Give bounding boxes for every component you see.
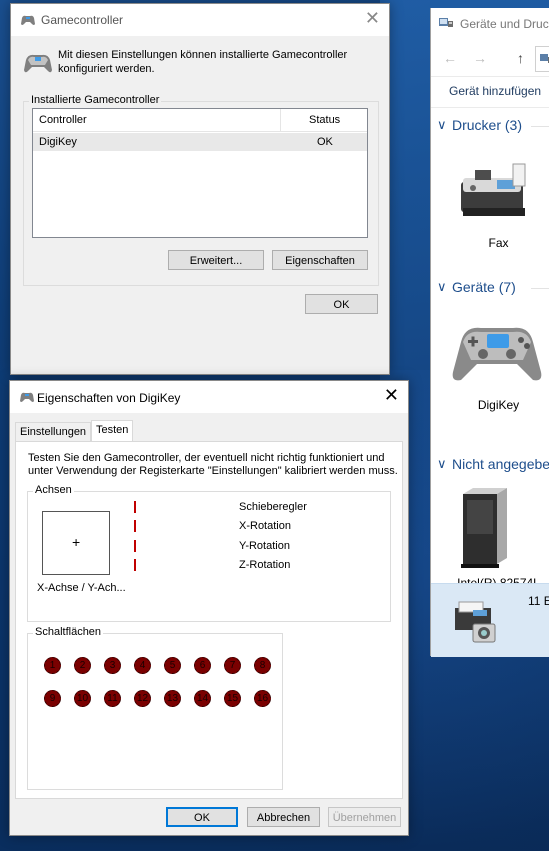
tab-test[interactable]: Testen	[91, 420, 134, 442]
gamepad-icon	[452, 327, 542, 381]
properties-button[interactable]: Eigenschaften	[272, 250, 368, 270]
window-title: Eigenschaften von DigiKey	[37, 391, 181, 405]
slider-axis-bar	[134, 501, 136, 513]
cancel-button[interactable]: Abbrechen	[247, 807, 320, 827]
gamecontroller-body: Mit diesen Einstellungen können installi…	[11, 36, 389, 374]
properties-titlebar: Eigenschaften von DigiKey ✕	[10, 381, 408, 413]
controller-status: OK	[317, 136, 333, 148]
device-intel-nic[interactable]: Intel(R) 82574L	[431, 486, 549, 590]
divider	[531, 288, 549, 289]
fax-icon	[461, 163, 526, 216]
explorer-navbar: ← → ↑	[431, 44, 549, 74]
group-label: Nicht angegeben	[452, 456, 549, 472]
gamepad-small-icon	[20, 392, 34, 402]
gamecontroller-dialog: Gamecontroller ✕ Mit diesen Einstellunge…	[10, 3, 390, 375]
forward-icon[interactable]: →	[473, 50, 487, 66]
x-rotation-bar	[134, 520, 136, 532]
tab-settings[interactable]: Einstellungen	[15, 422, 92, 442]
axis-label-slider: Schieberegler	[239, 501, 307, 513]
details-pane: 11 E	[431, 583, 549, 657]
device-digikey[interactable]: DigiKey	[431, 318, 549, 418]
address-bar[interactable]	[535, 46, 549, 72]
chevron-down-icon: ∨	[437, 456, 447, 471]
device-label: DigiKey	[477, 398, 520, 412]
divider	[531, 126, 549, 127]
digikey-properties-dialog: Eigenschaften von DigiKey ✕ Einstellunge…	[9, 380, 409, 836]
axes-group: Achsen + X-Achse / Y-Ach... Schieberegle…	[27, 484, 391, 622]
test-button-1: 1	[44, 657, 61, 674]
devices-printers-icon	[439, 18, 453, 27]
test-button-7: 7	[224, 657, 241, 674]
advanced-button[interactable]: Erweitert...	[168, 250, 264, 270]
ok-button[interactable]: OK	[166, 807, 238, 827]
test-button-5: 5	[164, 657, 181, 674]
test-button-12: 12	[134, 690, 151, 707]
device-label: Fax	[488, 236, 509, 250]
test-button-13: 13	[164, 690, 181, 707]
printer-camera-icon	[455, 601, 496, 643]
column-header-controller[interactable]: Controller	[39, 114, 87, 126]
button-grid: 1 2 3 4 5 6 7 8 9 10 11 12 13 14 15 16	[28, 634, 282, 734]
close-icon[interactable]: ✕	[384, 386, 399, 404]
item-count: 11 E	[528, 594, 549, 608]
ok-button[interactable]: OK	[305, 294, 378, 314]
test-button-10: 10	[74, 690, 91, 707]
test-button-6: 6	[194, 657, 211, 674]
xy-axis-label: X-Achse / Y-Ach...	[37, 582, 126, 594]
chevron-down-icon: ∨	[437, 279, 447, 294]
group-label: Achsen	[33, 484, 74, 496]
chevron-down-icon: ∨	[437, 117, 447, 132]
gamepad-icon	[24, 54, 52, 73]
explorer-commandbar: Gerät hinzufügen	[431, 76, 549, 108]
group-header-devices[interactable]: ∨ Geräte (7)	[431, 276, 549, 302]
close-icon[interactable]: ✕	[365, 9, 380, 27]
group-label: Installierte Gamecontroller	[29, 94, 162, 106]
test-button-8: 8	[254, 657, 271, 674]
explorer-titlebar: Geräte und Drucker	[431, 8, 549, 38]
address-devices-icon	[540, 54, 549, 63]
window-title: Gamecontroller	[41, 13, 124, 27]
group-label: Drucker (3)	[452, 117, 523, 133]
device-fax[interactable]: Fax	[431, 156, 549, 256]
test-tab-panel: Testen Sie den Gamecontroller, der event…	[15, 441, 403, 799]
intro-text: Mit diesen Einstellungen können installi…	[58, 49, 348, 75]
axis-label-x-rotation: X-Rotation	[239, 520, 291, 532]
explorer-title: Geräte und Drucker	[460, 17, 549, 31]
controller-name: DigiKey	[39, 136, 77, 148]
test-button-2: 2	[74, 657, 91, 674]
test-button-9: 9	[44, 690, 61, 707]
test-button-16: 16	[254, 690, 271, 707]
test-button-4: 4	[134, 657, 151, 674]
list-header: Controller Status	[33, 109, 367, 132]
buttons-group: Schaltflächen 1 2 3 4 5 6 7 8 9 10 11 12…	[27, 626, 283, 790]
test-intro-text: Testen Sie den Gamecontroller, der event…	[28, 452, 398, 477]
list-item[interactable]: DigiKey OK	[33, 133, 367, 151]
test-button-15: 15	[224, 690, 241, 707]
group-header-printers[interactable]: ∨ Drucker (3)	[431, 114, 549, 140]
test-button-3: 3	[104, 657, 121, 674]
axis-label-y-rotation: Y-Rotation	[239, 540, 290, 552]
computer-tower-icon	[461, 488, 507, 568]
column-header-status[interactable]: Status	[309, 114, 340, 126]
add-device-button[interactable]: Gerät hinzufügen	[449, 84, 541, 98]
xy-crosshair: +	[72, 534, 81, 550]
z-rotation-bar	[134, 559, 136, 571]
column-separator[interactable]	[280, 109, 281, 131]
test-button-14: 14	[194, 690, 211, 707]
up-icon[interactable]: ↑	[517, 50, 524, 66]
apply-button[interactable]: Übernehmen	[328, 807, 401, 827]
devices-printers-window: Geräte und Drucker ← → ↑ Gerät hinzufüge…	[430, 8, 549, 657]
axis-label-z-rotation: Z-Rotation	[239, 559, 291, 571]
group-header-unspecified[interactable]: ∨ Nicht angegeben	[431, 453, 549, 479]
xy-axis-display: +	[42, 511, 110, 575]
group-label: Geräte (7)	[452, 279, 516, 295]
gamecontroller-titlebar: Gamecontroller ✕	[11, 4, 389, 36]
y-rotation-bar	[134, 540, 136, 552]
controller-list[interactable]: Controller Status DigiKey OK	[32, 108, 368, 238]
test-button-11: 11	[104, 690, 121, 707]
back-icon[interactable]: ←	[443, 50, 457, 66]
gamepad-small-icon	[21, 15, 35, 25]
